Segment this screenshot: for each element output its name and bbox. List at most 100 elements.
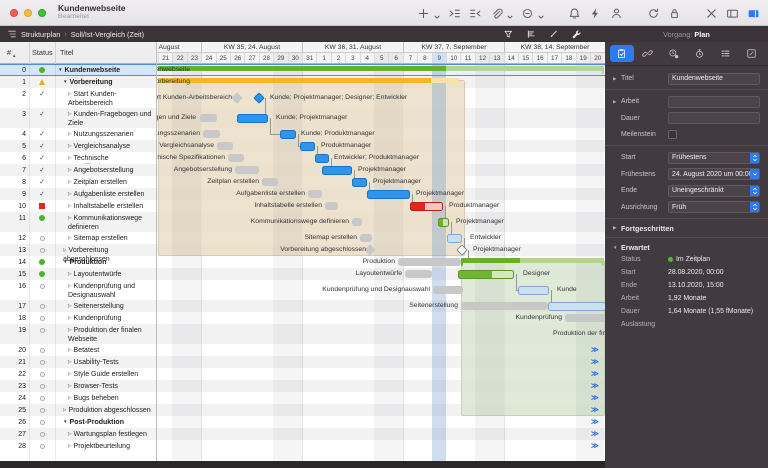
tab-actual-time-icon[interactable] [687,45,711,62]
collapse-arrow-icon[interactable]: ▼ [63,419,68,424]
offscreen-right-icon[interactable]: ≫ [591,393,599,402]
gantt-bar[interactable] [280,130,296,139]
table-row[interactable]: 18▷Kundenprüfung [0,312,157,324]
column-divider[interactable] [29,42,30,64]
timeline-day-label[interactable]: 22 [172,53,186,64]
offscreen-right-icon[interactable]: ≫ [591,369,599,378]
group-summary-bar[interactable] [461,258,604,263]
wrench-icon[interactable] [571,29,582,40]
sync-icon[interactable] [647,7,660,20]
minimize-window-button[interactable] [24,9,32,17]
table-row[interactable]: 24▷Bugs beheben [0,392,157,404]
table-row[interactable]: 2✓▷Start Kunden-Arbeitsbereich [0,88,157,108]
table-row[interactable]: 11▷Kommunikationswege definieren [0,212,157,232]
timeline-week-label[interactable]: KW 34, 17. August [157,42,201,53]
zoom-window-button[interactable] [38,9,46,17]
section-fortgeschritten[interactable]: ▶ Fortgeschritten [613,224,760,233]
leaf-arrow-icon[interactable]: ▷ [68,235,72,240]
task-title[interactable]: ▷Usability-Tests [56,358,156,368]
stepper-icon[interactable] [750,185,760,197]
task-title[interactable]: ▷Zeitplan erstellen [56,178,156,188]
leaf-arrow-icon[interactable]: ▷ [68,143,72,148]
leaf-arrow-icon[interactable]: ▷ [68,167,72,172]
table-row[interactable]: 21▷Usability-Tests [0,356,157,368]
gantt-bar[interactable] [322,166,352,175]
tab-dependencies-link-icon[interactable] [636,45,660,62]
tab-notes-pencil-icon[interactable] [739,45,763,62]
close-window-button[interactable] [10,9,18,17]
filter-icon[interactable] [503,29,514,40]
baseline-bar[interactable] [235,166,259,174]
table-row[interactable]: 4✓▷Nutzungsszenarien [0,128,157,140]
timeline-day-label[interactable]: 26 [230,53,244,64]
timeline-week-label[interactable]: KW 37, 7. September [403,42,504,53]
timeline-day-label[interactable]: 5 [374,53,388,64]
disclosure-icon[interactable]: ▶ [613,76,621,82]
leaf-arrow-icon[interactable]: ▷ [68,347,72,352]
table-row[interactable]: 7✓▷Angebotserstellung [0,164,157,176]
tab-planned-time-icon[interactable] [662,45,686,62]
leaf-arrow-icon[interactable]: ▷ [68,131,72,136]
offscreen-right-icon[interactable]: ≫ [591,357,599,366]
gantt-bar[interactable] [367,190,410,199]
task-title[interactable]: ▷Start Kunden-Arbeitsbereich [56,90,156,108]
timeline-day-label[interactable]: 11 [460,53,474,64]
breadcrumb[interactable]: Strukturplan › Soll/Ist-Vergleich (Zeit) [7,29,144,39]
baseline-bar[interactable] [398,258,461,266]
leaf-arrow-icon[interactable]: ▷ [68,283,72,288]
baseline-bar[interactable] [405,270,432,278]
offscreen-right-icon[interactable]: ≫ [591,417,599,426]
date-dropdown-icon[interactable] [750,168,760,180]
fruehestens-date-input[interactable]: 24. August 2020 um 00:00 [668,168,760,180]
timeline-day-label[interactable]: 19 [576,53,590,64]
timeline-day-label[interactable]: 25 [216,53,230,64]
table-row[interactable]: 27▷Wartungsplan festlegen [0,428,157,440]
attach-menu-chevron-icon[interactable] [511,7,513,20]
leaf-arrow-icon[interactable]: ▷ [68,431,72,436]
task-title[interactable]: ▷Projektbeurteilung [56,442,156,452]
baseline-bar[interactable] [217,142,233,150]
column-header-status[interactable]: Status [32,48,53,57]
cut-icon[interactable] [705,7,718,20]
task-title[interactable]: ▷Wartungsplan festlegen [56,430,156,440]
resources-person-icon[interactable] [610,7,623,20]
table-row[interactable]: 9✓▷Aufgabenliste erstellen [0,188,157,200]
timeline-day-label[interactable]: 9 [432,53,446,64]
timeline-week-label[interactable]: KW 35, 24. August [201,42,302,53]
timeline-day-label[interactable]: 28 [259,53,273,64]
baseline-bar[interactable] [461,302,548,310]
timeline-day-label[interactable]: 15 [518,53,532,64]
timeline-day-label[interactable]: 12 [475,53,489,64]
task-title[interactable]: ▷Kundenprüfung und Designauswahl [56,282,156,300]
leaf-arrow-icon[interactable]: ▷ [68,191,72,196]
baseline-bar[interactable] [200,114,217,122]
offscreen-right-icon[interactable]: ≫ [591,405,599,414]
leaf-arrow-icon[interactable]: ▷ [68,203,72,208]
collapse-arrow-icon[interactable]: ▼ [63,79,68,84]
tab-attributes-list-icon[interactable] [713,45,737,62]
table-row[interactable]: 14▼Produktion [0,256,157,268]
baseline-bar[interactable] [565,314,605,322]
collapse-arrow-icon[interactable]: ▼ [58,67,63,72]
timeline-day-label[interactable]: 20 [590,53,604,64]
column-header-title[interactable]: Titel [60,48,74,57]
baseline-bar[interactable] [308,190,322,198]
task-title[interactable]: ▷Kunden-Fragebogen und Ziele [56,110,156,128]
gantt-bar[interactable] [447,234,462,243]
disclosure-icon[interactable]: ▼ [613,245,621,250]
table-row[interactable]: 23▷Browser-Tests [0,380,157,392]
panel-layout-icon[interactable] [726,7,739,20]
task-title[interactable]: ▷Aufgabenliste erstellen [56,190,156,200]
task-title[interactable]: ▷Nutzungsszenarien [56,130,156,140]
table-row[interactable]: 8✓▷Zeitplan erstellen [0,176,157,188]
table-row[interactable]: 0▼Kundenwebseite [0,64,157,76]
table-row[interactable]: 28▷Projektbeurteilung [0,440,157,452]
table-row[interactable]: 25▷Produktion abgeschlossen [0,404,157,416]
task-title[interactable]: ▷Angebotserstellung [56,166,156,176]
task-title[interactable]: ▷Sitemap erstellen [56,234,156,244]
task-title[interactable]: ▷Layoutentwürfe [56,270,156,280]
leaf-arrow-icon[interactable]: ▷ [68,111,72,116]
table-row[interactable]: 10▷Inhaltstabelle erstellen [0,200,157,212]
timeline-day-label[interactable]: 23 [187,53,201,64]
offscreen-right-icon[interactable]: ≫ [591,441,599,450]
